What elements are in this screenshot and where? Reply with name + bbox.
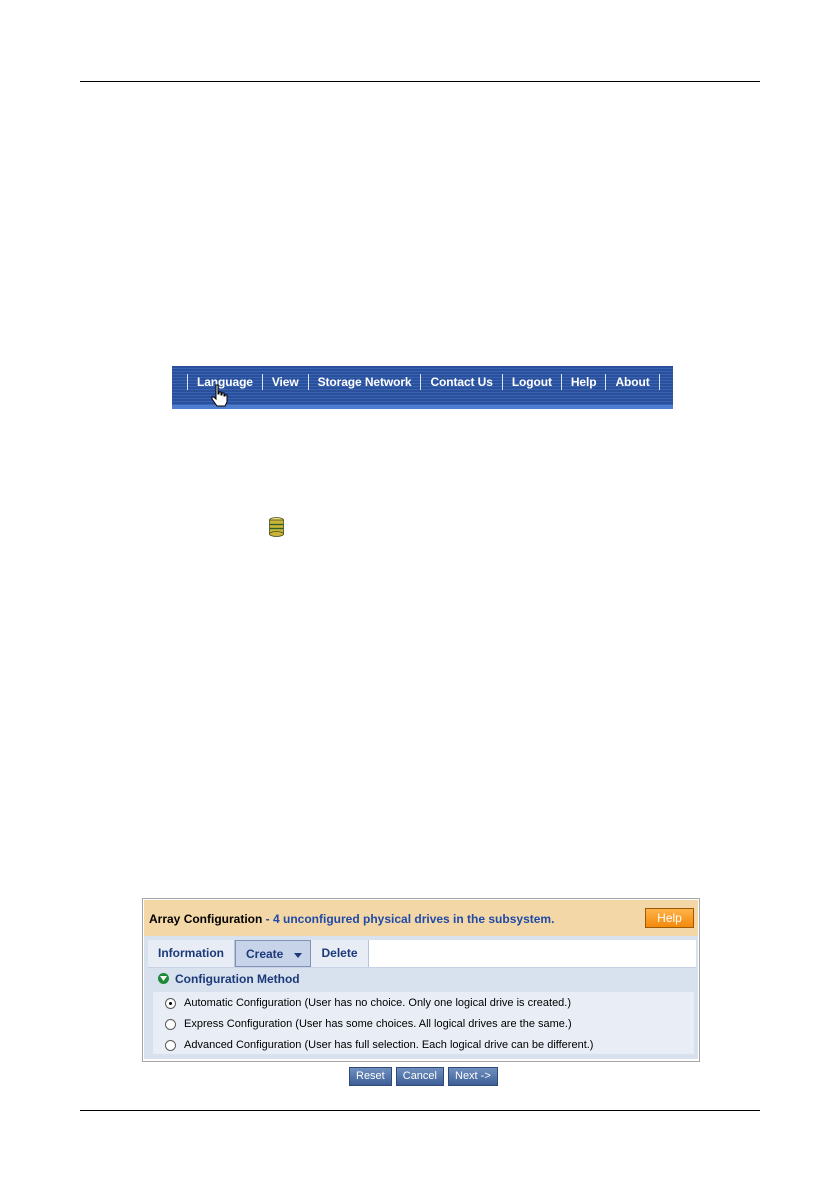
option-advanced-label: Advanced Configuration (User has full se… <box>184 1039 594 1051</box>
radio-advanced[interactable] <box>165 1040 176 1051</box>
menu-separator <box>501 374 503 390</box>
menu-bar: Language View Storage Network Contact Us… <box>172 366 673 409</box>
next-button[interactable]: Next -> <box>448 1067 498 1086</box>
menu-separator <box>187 374 188 390</box>
option-automatic-label: Automatic Configuration (User has no cho… <box>184 997 572 1009</box>
collapse-section-icon[interactable] <box>158 973 169 984</box>
tab-information[interactable]: Information <box>148 940 235 967</box>
tab-create[interactable]: Create <box>235 940 311 967</box>
panel-title-text: Array Configuration <box>149 912 263 926</box>
chevron-down-icon[interactable] <box>294 953 302 958</box>
section-title: Configuration Method <box>175 972 300 986</box>
panel-title: Array Configuration - 4 unconfigured phy… <box>149 912 554 926</box>
header-rule <box>80 81 760 82</box>
menu-item-about[interactable]: About <box>615 375 649 389</box>
footer-rule <box>80 1110 760 1111</box>
tabs-area: Information Create Delete Configuration … <box>144 936 698 1059</box>
menu-item-help[interactable]: Help <box>571 375 597 389</box>
menu-item-contact-us[interactable]: Contact Us <box>430 375 492 389</box>
menu-item-logout[interactable]: Logout <box>512 375 552 389</box>
array-configuration-panel: Array Configuration - 4 unconfigured phy… <box>142 898 700 1062</box>
cancel-button[interactable]: Cancel <box>395 1067 444 1086</box>
radio-express[interactable] <box>165 1019 176 1030</box>
option-express-label: Express Configuration (User has some cho… <box>184 1018 572 1030</box>
menu-separator <box>560 374 562 390</box>
panel-header: Array Configuration - 4 unconfigured phy… <box>144 900 698 936</box>
menu-separator <box>261 374 263 390</box>
tab-delete[interactable]: Delete <box>311 940 369 967</box>
storage-icon <box>269 517 284 537</box>
reset-button[interactable]: Reset <box>349 1067 392 1086</box>
menu-separator <box>307 374 309 390</box>
configuration-options: Automatic Configuration (User has no cho… <box>153 992 694 1054</box>
tab-strip: Information Create Delete <box>148 940 696 968</box>
menu-item-view[interactable]: View <box>272 375 299 389</box>
menu-separator <box>420 374 422 390</box>
menu-bar-band <box>172 405 673 409</box>
panel-subtitle: - 4 unconfigured physical drives in the … <box>262 912 555 926</box>
menu-separator <box>658 374 660 390</box>
menu-separator <box>605 374 607 390</box>
help-button[interactable]: Help <box>645 908 694 928</box>
tab-create-label: Create <box>246 947 284 961</box>
action-buttons: Reset Cancel Next -> <box>349 1067 498 1086</box>
hand-cursor-icon <box>211 384 228 407</box>
menu-item-storage-network[interactable]: Storage Network <box>318 375 412 389</box>
radio-automatic[interactable] <box>165 998 176 1009</box>
